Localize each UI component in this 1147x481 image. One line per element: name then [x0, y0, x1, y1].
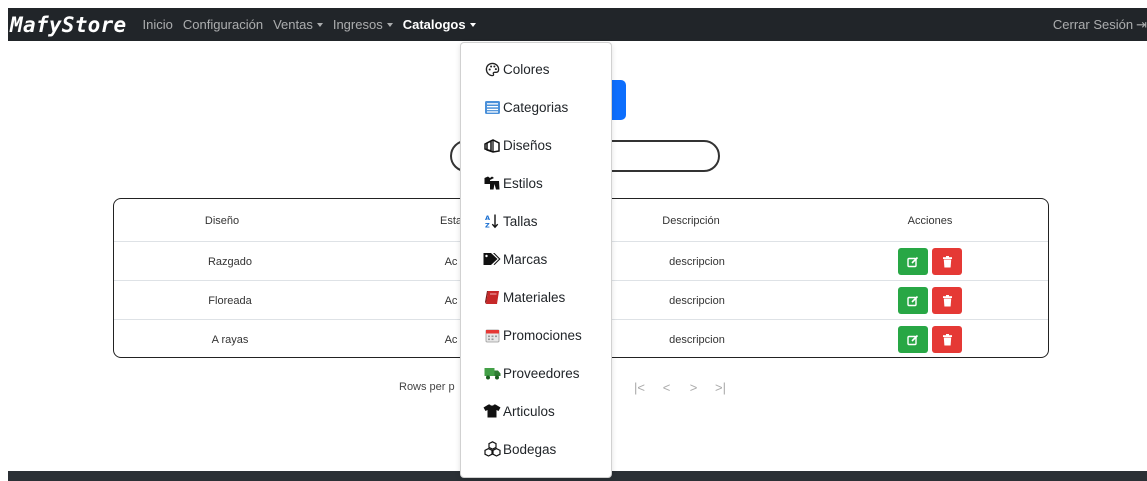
- palette-icon: [483, 61, 501, 77]
- delete-button[interactable]: [932, 326, 962, 353]
- cell-estado: Ac: [444, 334, 458, 346]
- book-icon: [483, 289, 501, 305]
- edit-button[interactable]: [898, 248, 928, 275]
- column-header-acciones: Acciones: [907, 215, 953, 227]
- calendar-icon: [483, 327, 501, 343]
- menu-item-label: Bodegas: [503, 441, 557, 457]
- trash-icon: [942, 294, 952, 306]
- svg-text:Z: Z: [485, 222, 490, 230]
- menu-item-label: Tallas: [503, 213, 538, 229]
- trash-icon: [942, 255, 952, 267]
- edit-icon: [907, 256, 919, 267]
- cell-descripcion: descripcion: [669, 334, 725, 346]
- menu-item-bodegas[interactable]: Bodegas: [461, 430, 611, 468]
- menu-item-categorias[interactable]: Categorias: [461, 88, 611, 126]
- nav-ingresos-dropdown[interactable]: Ingresos: [328, 17, 398, 32]
- tshirt-icon: [483, 403, 501, 419]
- delete-button[interactable]: [932, 287, 962, 314]
- edit-button[interactable]: [898, 287, 928, 314]
- menu-item-articulos[interactable]: Articulos: [461, 392, 611, 430]
- menu-item-label: Estilos: [503, 175, 543, 191]
- menu-item-materiales[interactable]: Materiales: [461, 278, 611, 316]
- last-page-button[interactable]: >|: [707, 380, 734, 395]
- menu-item-promociones[interactable]: Promociones: [461, 316, 611, 354]
- sort-alpha-icon: AZ: [483, 213, 501, 229]
- clothes-icon: [483, 175, 501, 191]
- menu-item-label: Colores: [503, 61, 550, 77]
- menu-item-label: Marcas: [503, 251, 548, 267]
- logout-link[interactable]: Cerrar Sesión ⇥: [1053, 8, 1147, 41]
- delete-button[interactable]: [932, 248, 962, 275]
- menu-item-colores[interactable]: Colores: [461, 50, 611, 88]
- logout-label: Cerrar Sesión: [1052, 17, 1134, 32]
- tags-icon: [483, 251, 501, 267]
- nav-links: Inicio Configuración Ventas Ingresos Cat…: [138, 17, 481, 32]
- menu-item-estilos[interactable]: Estilos: [461, 164, 611, 202]
- edit-icon: [907, 334, 919, 345]
- nav-ventas-dropdown[interactable]: Ventas: [268, 17, 328, 32]
- edit-icon: [907, 295, 919, 306]
- menu-item-label: Categorias: [503, 99, 569, 115]
- nav-inicio[interactable]: Inicio: [138, 17, 178, 32]
- column-header-diseno: Diseño: [204, 215, 240, 227]
- nav-catalogos-dropdown[interactable]: Catalogos: [398, 17, 481, 32]
- menu-item-disenos[interactable]: Diseños: [461, 126, 611, 164]
- menu-item-proveedores[interactable]: Proveedores: [461, 354, 611, 392]
- cell-estado: Ac: [444, 295, 458, 307]
- menu-item-label: Proveedores: [503, 365, 580, 381]
- rows-per-page-label: Rows per p: [399, 381, 455, 393]
- layers-icon: [483, 137, 501, 153]
- menu-item-marcas[interactable]: Marcas: [461, 240, 611, 278]
- pagination-controls: |< < > >|: [626, 380, 734, 395]
- cell-estado: Ac: [444, 256, 458, 268]
- nav-configuracion[interactable]: Configuración: [178, 17, 268, 32]
- cell-diseno: A rayas: [211, 334, 249, 346]
- prev-page-button[interactable]: <: [653, 380, 680, 395]
- brand-logo[interactable]: MafyStore: [10, 13, 127, 37]
- catalogos-dropdown-menu: Colores Categorias Diseños Estilos AZ Ta…: [460, 42, 612, 478]
- next-page-button[interactable]: >: [680, 380, 707, 395]
- boxes-icon: [483, 441, 501, 457]
- column-header-estado: Esta: [439, 215, 463, 227]
- edit-button[interactable]: [898, 326, 928, 353]
- cell-descripcion: descripcion: [669, 295, 725, 307]
- trash-icon: [942, 333, 952, 345]
- first-page-button[interactable]: |<: [626, 380, 653, 395]
- list-icon: [483, 99, 501, 115]
- menu-item-label: Materiales: [503, 289, 566, 305]
- menu-item-label: Articulos: [503, 403, 555, 419]
- cell-diseno: Razgado: [207, 256, 253, 268]
- menu-item-label: Diseños: [503, 137, 552, 153]
- menu-item-tallas[interactable]: AZ Tallas: [461, 202, 611, 240]
- menu-item-label: Promociones: [503, 327, 582, 343]
- cell-descripcion: descripcion: [669, 256, 725, 268]
- top-navbar: MafyStore Inicio Configuración Ventas In…: [8, 8, 1147, 41]
- truck-icon: [483, 365, 501, 381]
- cell-diseno: Floreada: [208, 295, 252, 307]
- logout-arrow-icon: ⇥: [1136, 16, 1147, 32]
- column-header-descripcion: Descripción: [662, 215, 720, 227]
